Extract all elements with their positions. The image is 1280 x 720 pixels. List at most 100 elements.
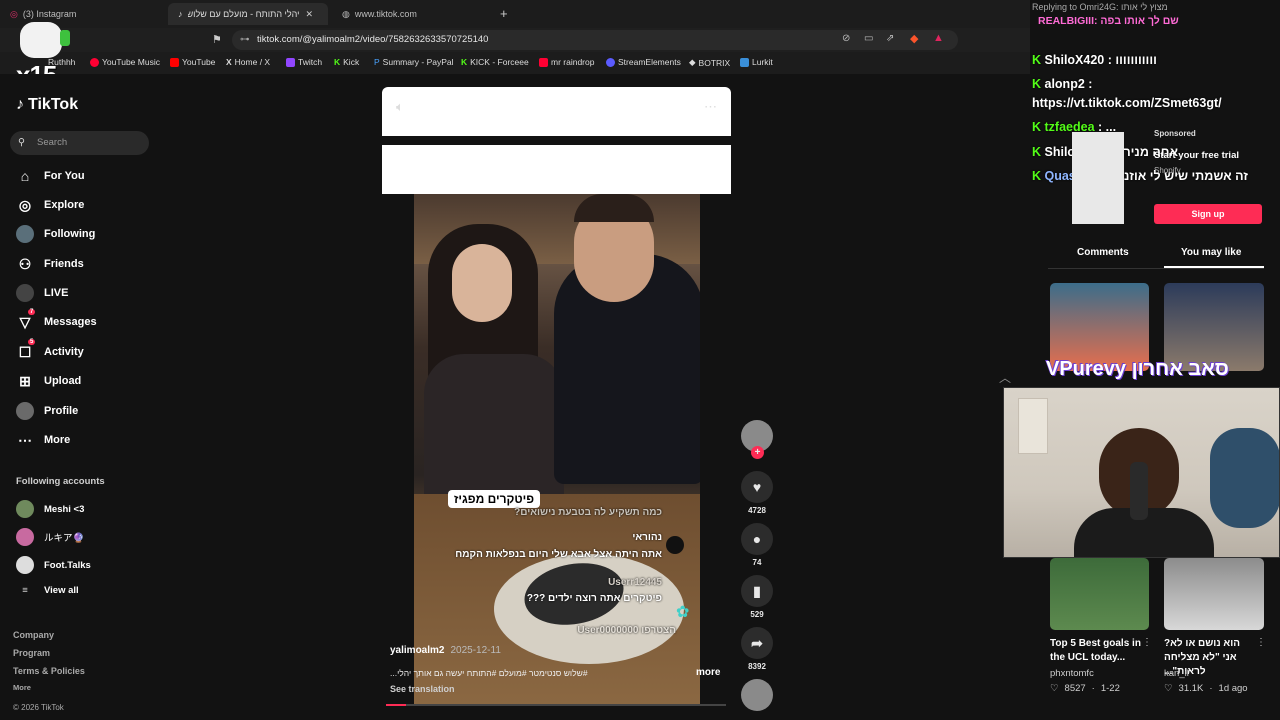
new-tab-button[interactable]: + [500, 6, 508, 21]
activity-badge: 5 [28, 339, 36, 345]
nav-friends[interactable]: ⚇ Friends [16, 255, 84, 273]
recommended-thumbnail[interactable] [1164, 558, 1264, 630]
scroll-up-icon[interactable]: ︿ [999, 369, 1011, 386]
signup-button[interactable]: Sign up [1154, 204, 1262, 224]
heart-icon: ♥ [741, 471, 773, 503]
heart-icon: ♡ [1050, 683, 1059, 694]
bookmark-twitch[interactable]: Twitch [286, 57, 322, 67]
comment-button[interactable]: ● 74 [741, 523, 773, 567]
see-translation-link[interactable]: See translation [390, 684, 455, 694]
share-count: 8392 [748, 662, 766, 671]
following-account[interactable]: ルキア🔮 [16, 528, 84, 546]
more-options-icon[interactable]: ⋮ [1256, 637, 1266, 648]
bookmark-x[interactable]: X Home / X [226, 57, 270, 67]
bookmark-mr-raindrop[interactable]: mr raindrop [539, 57, 594, 67]
cast-icon[interactable]: ▭ [864, 33, 873, 44]
upload-icon: ⊞ [19, 372, 31, 389]
bookmark-botrix[interactable]: ◆ BOTRIX [689, 57, 730, 68]
chat-username[interactable]: alonp2 [1045, 77, 1085, 91]
sound-avatar[interactable] [741, 679, 773, 711]
save-button[interactable]: ▮ 529 [741, 575, 773, 619]
site-info-icon[interactable]: ⊶ [240, 30, 250, 50]
following-account[interactable]: Meshi <3 [16, 500, 84, 518]
video-progress-bar[interactable] [386, 704, 726, 706]
right-panel: Replying to Omri24G: מצוץ לי אותו REALBI… [1030, 0, 1280, 720]
footer-program[interactable]: Program [13, 648, 50, 658]
volume-icon[interactable]: 🔈︎ [396, 99, 404, 115]
tab-tiktok-video[interactable]: ♪ יהלי התותח - מועלם עם שלוש סנטימ ✕ [168, 3, 328, 25]
tiktok-icon: ♪ [178, 9, 183, 19]
bookmark-icon[interactable]: ⚑ [212, 33, 222, 46]
live-avatar-icon [16, 284, 34, 302]
account-name: Meshi <3 [44, 503, 85, 515]
nav-live[interactable]: LIVE [16, 284, 68, 302]
flower-icon: ✿ [676, 604, 690, 621]
more-options-icon[interactable]: ⋮ [1142, 637, 1152, 648]
share-icon[interactable]: ⇗ [886, 33, 894, 44]
recommended-author[interactable]: kan_il [1164, 668, 1189, 679]
creator-avatar[interactable]: + [741, 420, 773, 459]
search-icon: ⚲ [18, 137, 25, 148]
bookmark-paypal[interactable]: P Summary - PayPal [374, 57, 454, 67]
follow-plus-icon[interactable]: + [751, 446, 764, 459]
footer-more[interactable]: More [13, 683, 31, 692]
like-button[interactable]: ♥ 4728 [741, 471, 773, 515]
search-input[interactable]: ⚲ Search [10, 131, 149, 155]
bookmark-lurkit[interactable]: Lurkit [740, 57, 773, 67]
bookmark-label: mr raindrop [551, 57, 595, 67]
rewards-icon[interactable]: ▲ [933, 32, 944, 44]
tiktok-logo[interactable]: ♪ TikTok [16, 96, 78, 114]
nav-more[interactable]: ⋯ More [16, 431, 70, 449]
footer-company[interactable]: Company [13, 630, 54, 640]
video-player[interactable]: פיטקרים מפגיז כמה תשקיע לה בטבעת נישואים… [414, 194, 700, 706]
view-all-link[interactable]: ≡ View all [16, 585, 78, 596]
streamelements-icon [606, 57, 615, 67]
footer-terms[interactable]: Terms & Policies [13, 666, 85, 676]
save-count: 529 [750, 610, 764, 619]
chat-username[interactable]: ShiloX420 [1045, 53, 1105, 67]
nav-explore[interactable]: ◎ Explore [16, 196, 84, 214]
more-dots-icon: ⋯ [18, 431, 32, 448]
kick-icon: K [461, 57, 468, 67]
following-account[interactable]: Foot.Talks [16, 556, 91, 574]
nav-label: Friends [44, 258, 84, 270]
brave-shield-icon[interactable]: ◆ [910, 32, 918, 45]
tab-comments[interactable]: Comments [1077, 247, 1129, 258]
chat-link[interactable]: https://vt.tiktok.com/ZSmet63gt/ [1032, 96, 1222, 110]
recommended-author[interactable]: phxntomfc [1050, 668, 1094, 679]
bookmark-youtube[interactable]: YouTube [170, 57, 215, 67]
logo-text: TikTok [28, 96, 79, 113]
bookmark-label: StreamElements [618, 57, 681, 67]
following-avatar-icon [16, 225, 34, 243]
nav-upload[interactable]: ⊞ Upload [16, 372, 81, 390]
overlay-comment: Userr12445 [608, 577, 662, 588]
bookmark-kick[interactable]: K Kick [334, 57, 359, 67]
nav-messages[interactable]: ▽ 7 Messages [16, 309, 97, 331]
more-options-icon[interactable]: ⋯ [704, 99, 717, 115]
tab-tiktok-site[interactable]: ◍ www.tiktok.com [332, 3, 497, 25]
friends-icon: ⚇ [18, 255, 32, 272]
mute-icon[interactable]: ⊘ [842, 33, 850, 44]
recommended-thumbnail[interactable] [1050, 558, 1149, 630]
bookmark-streamelements[interactable]: StreamElements [606, 57, 681, 67]
share-button[interactable]: ➦ 8392 [741, 627, 773, 671]
instagram-icon: ◎ [10, 8, 18, 19]
recommended-title[interactable]: Top 5 Best goals in the UCL today... [1050, 637, 1142, 665]
youtube-icon [539, 57, 548, 67]
nav-following[interactable]: Following [16, 225, 95, 243]
post-age: 1d ago [1218, 683, 1248, 694]
nav-activity[interactable]: ☐ 5 Activity [16, 339, 84, 361]
account-name: ルキア🔮 [44, 533, 85, 544]
tab-label: www.tiktok.com [354, 9, 417, 19]
nav-profile[interactable]: Profile [16, 402, 78, 420]
chat-reply-header: Replying to Omri24G: מצוץ לי אותו [1032, 2, 1168, 12]
author-name[interactable]: yalimoalm2 [390, 645, 444, 656]
ad-thumbnail [1072, 132, 1124, 224]
messages-badge: 7 [28, 309, 36, 315]
nav-for-you[interactable]: ⌂ For You [16, 167, 85, 185]
tab-you-may-like[interactable]: You may like [1181, 247, 1241, 258]
bookmark-youtube-music[interactable]: YouTube Music [90, 57, 160, 67]
close-tab-icon[interactable]: ✕ [306, 9, 314, 20]
bookmark-kick-forceee[interactable]: K KICK - Forceee [461, 57, 529, 67]
caption-more-link[interactable]: more [696, 667, 720, 678]
